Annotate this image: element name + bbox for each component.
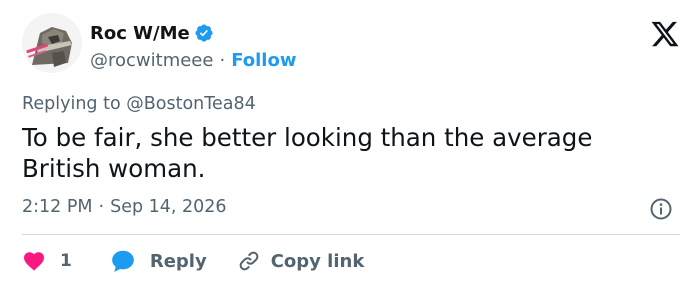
author-handle-row: @rocwitmeee · Follow xyxy=(90,48,296,72)
reply-button[interactable]: Reply xyxy=(110,248,207,274)
tweet-date: Sep 14, 2026 xyxy=(110,197,227,217)
copy-link-button[interactable]: Copy link xyxy=(237,249,365,273)
timestamp-separator: · xyxy=(98,197,105,217)
like-count: 1 xyxy=(60,251,72,271)
like-button[interactable]: 1 xyxy=(22,249,72,273)
author-handle[interactable]: @rocwitmeee xyxy=(90,50,213,71)
author-name-row: Roc W/Me xyxy=(90,20,214,46)
handle-separator: · xyxy=(219,49,226,71)
replying-to-mention[interactable]: @BostonTea84 xyxy=(126,94,255,114)
replying-to: Replying to @BostonTea84 xyxy=(22,94,256,114)
tweet-timestamp[interactable]: 2:12 PM · Sep 14, 2026 xyxy=(22,197,227,217)
info-icon[interactable] xyxy=(649,197,673,221)
follow-button[interactable]: Follow xyxy=(231,50,296,71)
replying-to-label: Replying to xyxy=(22,94,121,114)
tweet-embed-card: Roc W/Me @rocwitmeee · Follow Replying t… xyxy=(0,0,700,287)
author-display-name[interactable]: Roc W/Me xyxy=(90,23,190,44)
reply-label: Reply xyxy=(149,250,207,272)
heart-icon xyxy=(24,252,44,271)
avatar[interactable] xyxy=(22,13,82,73)
x-logo-icon[interactable] xyxy=(650,19,680,49)
avatar-image xyxy=(22,13,82,73)
tweet-time: 2:12 PM xyxy=(22,197,93,217)
tweet-text: To be fair, she better looking than the … xyxy=(22,123,593,183)
action-bar: 1 Reply Copy link xyxy=(22,247,364,275)
verified-badge-icon xyxy=(195,24,213,42)
link-icon xyxy=(239,251,259,271)
copy-link-label: Copy link xyxy=(270,250,365,272)
divider xyxy=(22,234,680,235)
reply-bubble-icon xyxy=(112,250,134,272)
